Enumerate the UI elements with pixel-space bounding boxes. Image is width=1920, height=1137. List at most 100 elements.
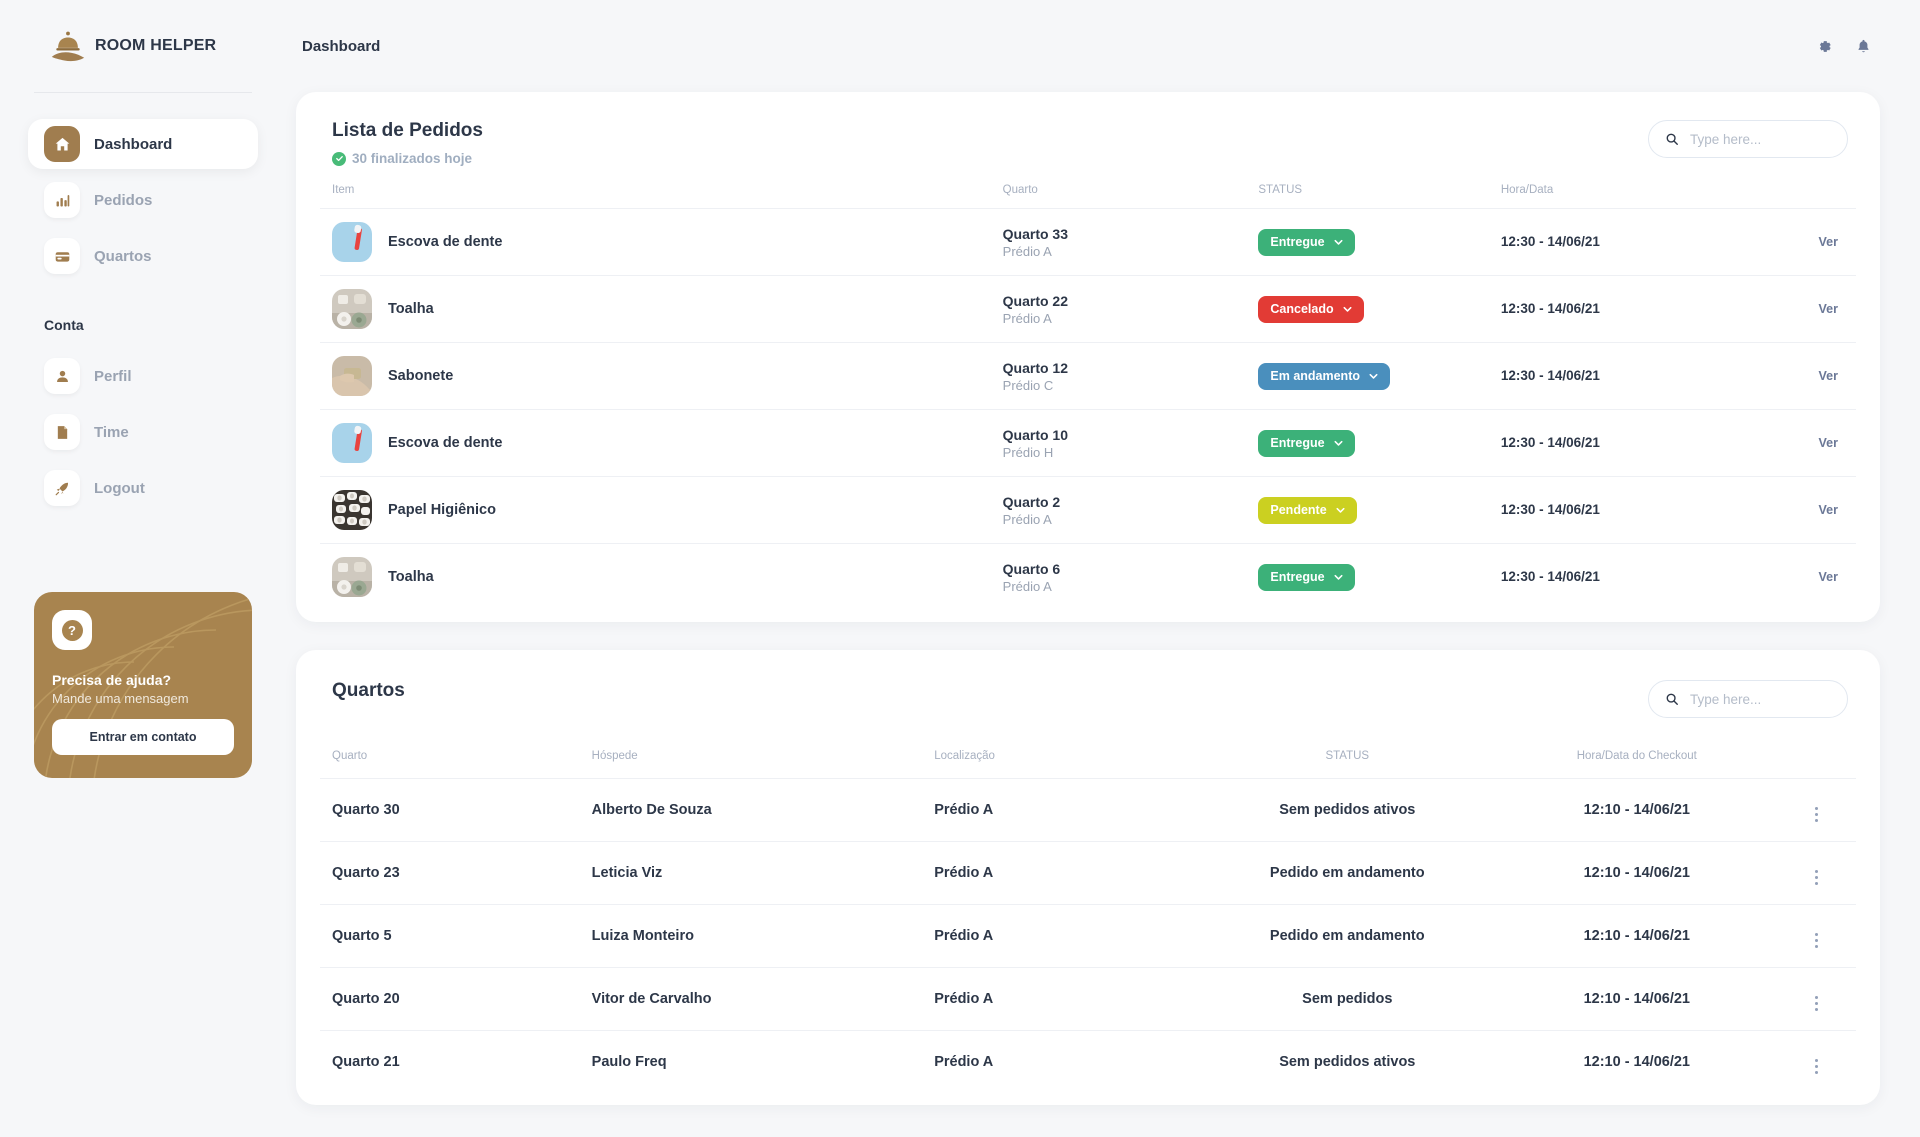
column-header-checkout: Hora/Data do Checkout (1576, 750, 1697, 762)
sidebar-item-label: Dashboard (94, 135, 173, 153)
orders-search[interactable] (1648, 120, 1848, 158)
sidebar: ROOM HELPER Dashboard Pedidos Quartos Co… (0, 0, 286, 1137)
room-location-cell: Prédio A (934, 967, 1198, 1031)
table-row: Quarto 30 Alberto De Souza Prédio A Sem … (320, 778, 1856, 842)
view-order-link[interactable]: Ver (1819, 570, 1838, 584)
cloche-on-hand-logo-icon (50, 29, 86, 63)
sidebar-item-pedidos[interactable]: Pedidos (28, 175, 258, 225)
product-thumbnail (332, 289, 372, 329)
table-row: Quarto 5 Luiza Monteiro Prédio A Pedido … (320, 904, 1856, 968)
row-options-kebab-icon[interactable] (1814, 807, 1818, 822)
room-number-cell: Quarto 30 (320, 778, 592, 842)
order-room-cell: Quarto 33 Prédio A (1002, 208, 1259, 276)
rooms-title: Quartos (332, 680, 405, 701)
room-guest-cell: Paulo Freq (591, 1030, 935, 1093)
column-header-quarto: Quarto (332, 750, 368, 762)
product-thumbnail (332, 222, 372, 262)
room-status-cell: Sem pedidos (1197, 967, 1498, 1031)
table-row: Quarto 23 Leticia Viz Prédio A Pedido em… (320, 841, 1856, 905)
contact-button[interactable]: Entrar em contato (52, 719, 234, 755)
bell-icon[interactable] (1855, 38, 1872, 55)
search-input[interactable] (1690, 131, 1831, 147)
gear-icon[interactable] (1816, 38, 1833, 55)
chevron-down-icon (1343, 306, 1352, 312)
table-row: Quarto 20 Vitor de Carvalho Prédio A Sem… (320, 967, 1856, 1031)
room-menu-cell (1776, 1030, 1856, 1093)
table-row: Sabonete Quarto 12 Prédio C Em andamento… (320, 342, 1856, 410)
order-room-number: Quarto 2 (1002, 493, 1061, 510)
room-checkout-cell: 12:10 - 14/06/21 (1497, 1030, 1777, 1093)
product-thumbnail (332, 423, 372, 463)
sidebar-section-title: Conta (44, 317, 84, 333)
view-order-link[interactable]: Ver (1819, 436, 1838, 450)
status-badge[interactable]: Pendente (1258, 496, 1357, 524)
room-number-cell: Quarto 5 (320, 904, 592, 968)
room-location-cell: Prédio A (934, 778, 1198, 842)
sidebar-item-label: Quartos (94, 247, 152, 265)
main-content: Dashboard Lista de Pedidos 30 finalizado… (286, 0, 1920, 1137)
status-badge[interactable]: Entregue (1258, 563, 1355, 591)
sidebar-item-quartos[interactable]: Quartos (28, 231, 258, 281)
sidebar-item-perfil[interactable]: Perfil (28, 351, 258, 401)
order-room-cell: Quarto 6 Prédio A (1002, 543, 1259, 610)
table-header-row: Item Quarto STATUS Hora/Data (320, 166, 1856, 209)
brand[interactable]: ROOM HELPER (28, 0, 258, 92)
view-order-link[interactable]: Ver (1819, 235, 1838, 249)
room-checkout-cell: 12:10 - 14/06/21 (1497, 778, 1777, 842)
card-icon (44, 238, 80, 274)
sidebar-item-logout[interactable]: Logout (28, 463, 258, 513)
toothbrush-thumbnail (332, 222, 372, 262)
column-header-localizacao: Localização (934, 750, 995, 762)
search-input[interactable] (1690, 691, 1831, 707)
rooms-table: Quarto Hóspede Localização STATUS Hora/D… (320, 732, 1856, 1093)
rooms-card-header: Quartos (320, 674, 1856, 732)
home-icon (44, 126, 80, 162)
order-action-cell: Ver (1741, 275, 1856, 343)
view-order-link[interactable]: Ver (1819, 302, 1838, 316)
sidebar-item-time[interactable]: Time (28, 407, 258, 457)
order-action-cell: Ver (1741, 476, 1856, 544)
order-datetime: 12:30 - 14/06/21 (1500, 435, 1600, 450)
row-options-kebab-icon[interactable] (1814, 1059, 1818, 1074)
order-datetime: 12:30 - 14/06/21 (1500, 234, 1600, 249)
room-number-cell: Quarto 20 (320, 967, 592, 1031)
column-header-quarto: Quarto (1002, 184, 1038, 196)
towel-thumbnail (332, 289, 372, 329)
chevron-down-icon (1334, 239, 1343, 245)
order-item-name: Escova de dente (388, 435, 503, 451)
room-guest-cell: Alberto De Souza (591, 778, 935, 842)
rooms-table-head: Quarto Hóspede Localização STATUS Hora/D… (320, 732, 1856, 779)
search-icon (1665, 132, 1679, 146)
order-item-cell: Escova de dente (320, 409, 1003, 477)
chevron-down-icon (1336, 507, 1345, 513)
order-datetime-cell: 12:30 - 14/06/21 (1500, 409, 1742, 477)
status-badge[interactable]: Em andamento (1258, 362, 1390, 390)
order-datetime-cell: 12:30 - 14/06/21 (1500, 208, 1742, 276)
chevron-down-icon (1334, 574, 1343, 580)
row-options-kebab-icon[interactable] (1814, 933, 1818, 948)
rooms-table-body: Quarto 30 Alberto De Souza Prédio A Sem … (320, 778, 1856, 1093)
status-badge[interactable]: Entregue (1258, 429, 1355, 457)
room-checkout-cell: 12:10 - 14/06/21 (1497, 841, 1777, 905)
sidebar-item-dashboard[interactable]: Dashboard (28, 119, 258, 169)
view-order-link[interactable]: Ver (1819, 369, 1838, 383)
order-building: Prédio A (1002, 511, 1052, 527)
table-row: Escova de dente Quarto 10 Prédio H Entre… (320, 409, 1856, 477)
order-room-cell: Quarto 10 Prédio H (1002, 409, 1259, 477)
row-options-kebab-icon[interactable] (1814, 996, 1818, 1011)
view-order-link[interactable]: Ver (1819, 503, 1838, 517)
help-card-subtitle: Mande uma mensagem (52, 691, 189, 706)
order-item-name: Papel Higiênico (388, 502, 496, 518)
row-options-kebab-icon[interactable] (1814, 870, 1818, 885)
rooms-search[interactable] (1648, 680, 1848, 718)
help-card-title: Precisa de ajuda? (52, 672, 172, 688)
status-badge[interactable]: Cancelado (1258, 295, 1364, 323)
order-datetime-cell: 12:30 - 14/06/21 (1500, 342, 1742, 410)
product-thumbnail (332, 356, 372, 396)
question-mark-icon: ? (52, 610, 92, 650)
room-number-cell: Quarto 21 (320, 1030, 592, 1093)
rooms-card: Quartos Quarto Hóspede Localização (296, 650, 1880, 1105)
orders-card-header: Lista de Pedidos 30 finalizados hoje (320, 116, 1856, 166)
column-header-hospede: Hóspede (591, 750, 638, 762)
status-badge[interactable]: Entregue (1258, 228, 1355, 256)
